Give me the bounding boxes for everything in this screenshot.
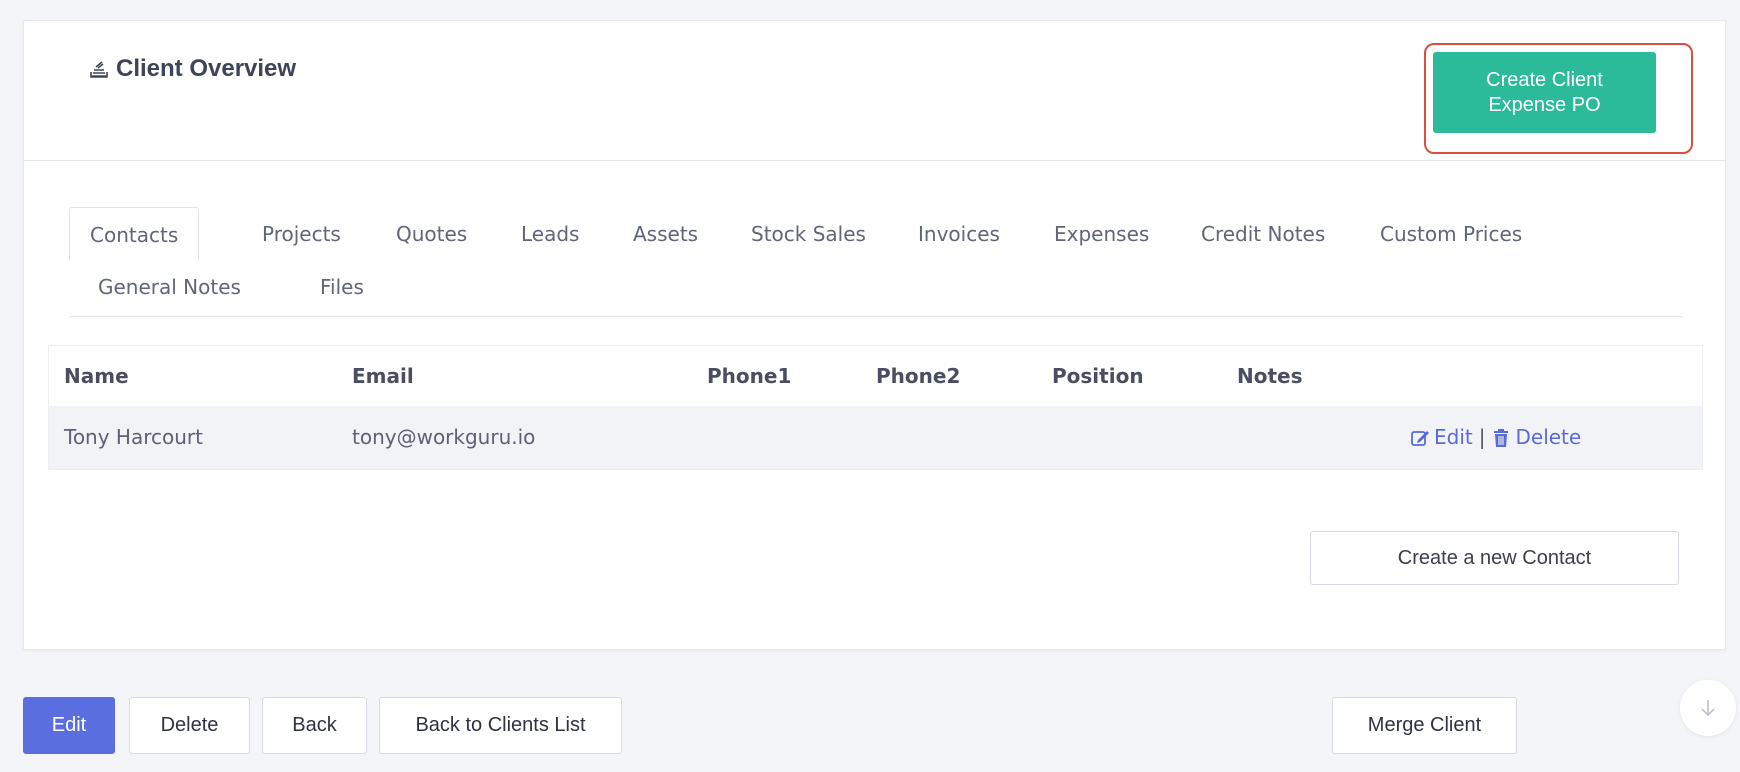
create-new-contact-button[interactable]: Create a new Contact: [1310, 531, 1679, 585]
row-actions: Edit | Delete: [1410, 406, 1581, 469]
tab-leads[interactable]: Leads: [521, 207, 579, 261]
page-title: Client Overview: [88, 55, 296, 83]
stack-icon: [90, 61, 108, 78]
tab-assets[interactable]: Assets: [633, 207, 698, 261]
column-header-name[interactable]: Name: [64, 346, 129, 406]
tab-quotes[interactable]: Quotes: [396, 207, 467, 261]
tab-expenses[interactable]: Expenses: [1054, 207, 1149, 261]
arrow-down-icon: [1701, 700, 1715, 717]
merge-client-button[interactable]: Merge Client: [1332, 697, 1517, 754]
table-header-row: Name Email Phone1 Phone2 Position Notes: [49, 346, 1702, 406]
tab-files[interactable]: Files: [320, 260, 364, 314]
tab-invoices[interactable]: Invoices: [918, 207, 1000, 261]
column-header-email[interactable]: Email: [352, 346, 414, 406]
tab-stock-sales[interactable]: Stock Sales: [751, 207, 866, 261]
table-row: Tony Harcourt tony@workguru.io Edit | De…: [49, 406, 1702, 469]
delete-contact-link[interactable]: Delete: [1515, 406, 1581, 469]
column-header-position[interactable]: Position: [1052, 346, 1144, 406]
contact-name: Tony Harcourt: [64, 425, 203, 449]
column-header-notes[interactable]: Notes: [1237, 346, 1303, 406]
tab-bar: Contacts Projects Quotes Leads Assets St…: [69, 207, 1682, 317]
action-separator: |: [1478, 425, 1486, 449]
trash-icon[interactable]: [1491, 428, 1511, 448]
tab-custom-prices[interactable]: Custom Prices: [1380, 207, 1522, 261]
tab-projects[interactable]: Projects: [262, 207, 341, 261]
delete-client-button[interactable]: Delete: [129, 697, 250, 754]
column-header-phone1[interactable]: Phone1: [707, 346, 791, 406]
contacts-table: Name Email Phone1 Phone2 Position Notes …: [48, 345, 1703, 470]
back-button[interactable]: Back: [262, 697, 367, 754]
tab-credit-notes[interactable]: Credit Notes: [1201, 207, 1325, 261]
client-overview-card: Client Overview Create Client Expense PO…: [23, 20, 1726, 650]
create-client-expense-po-button[interactable]: Create Client Expense PO: [1433, 52, 1656, 133]
back-to-clients-list-button[interactable]: Back to Clients List: [379, 697, 622, 754]
tab-general-notes[interactable]: General Notes: [98, 260, 241, 314]
tab-contacts[interactable]: Contacts: [69, 207, 200, 261]
column-header-phone2[interactable]: Phone2: [876, 346, 960, 406]
scroll-down-button[interactable]: [1680, 680, 1736, 736]
edit-client-button[interactable]: Edit: [23, 697, 115, 754]
page-title-text: Client Overview: [116, 55, 297, 82]
edit-icon[interactable]: [1410, 428, 1430, 448]
card-header: Client Overview Create Client Expense PO: [24, 21, 1725, 161]
edit-contact-link[interactable]: Edit: [1434, 406, 1473, 469]
contact-email: tony@workguru.io: [352, 425, 536, 449]
